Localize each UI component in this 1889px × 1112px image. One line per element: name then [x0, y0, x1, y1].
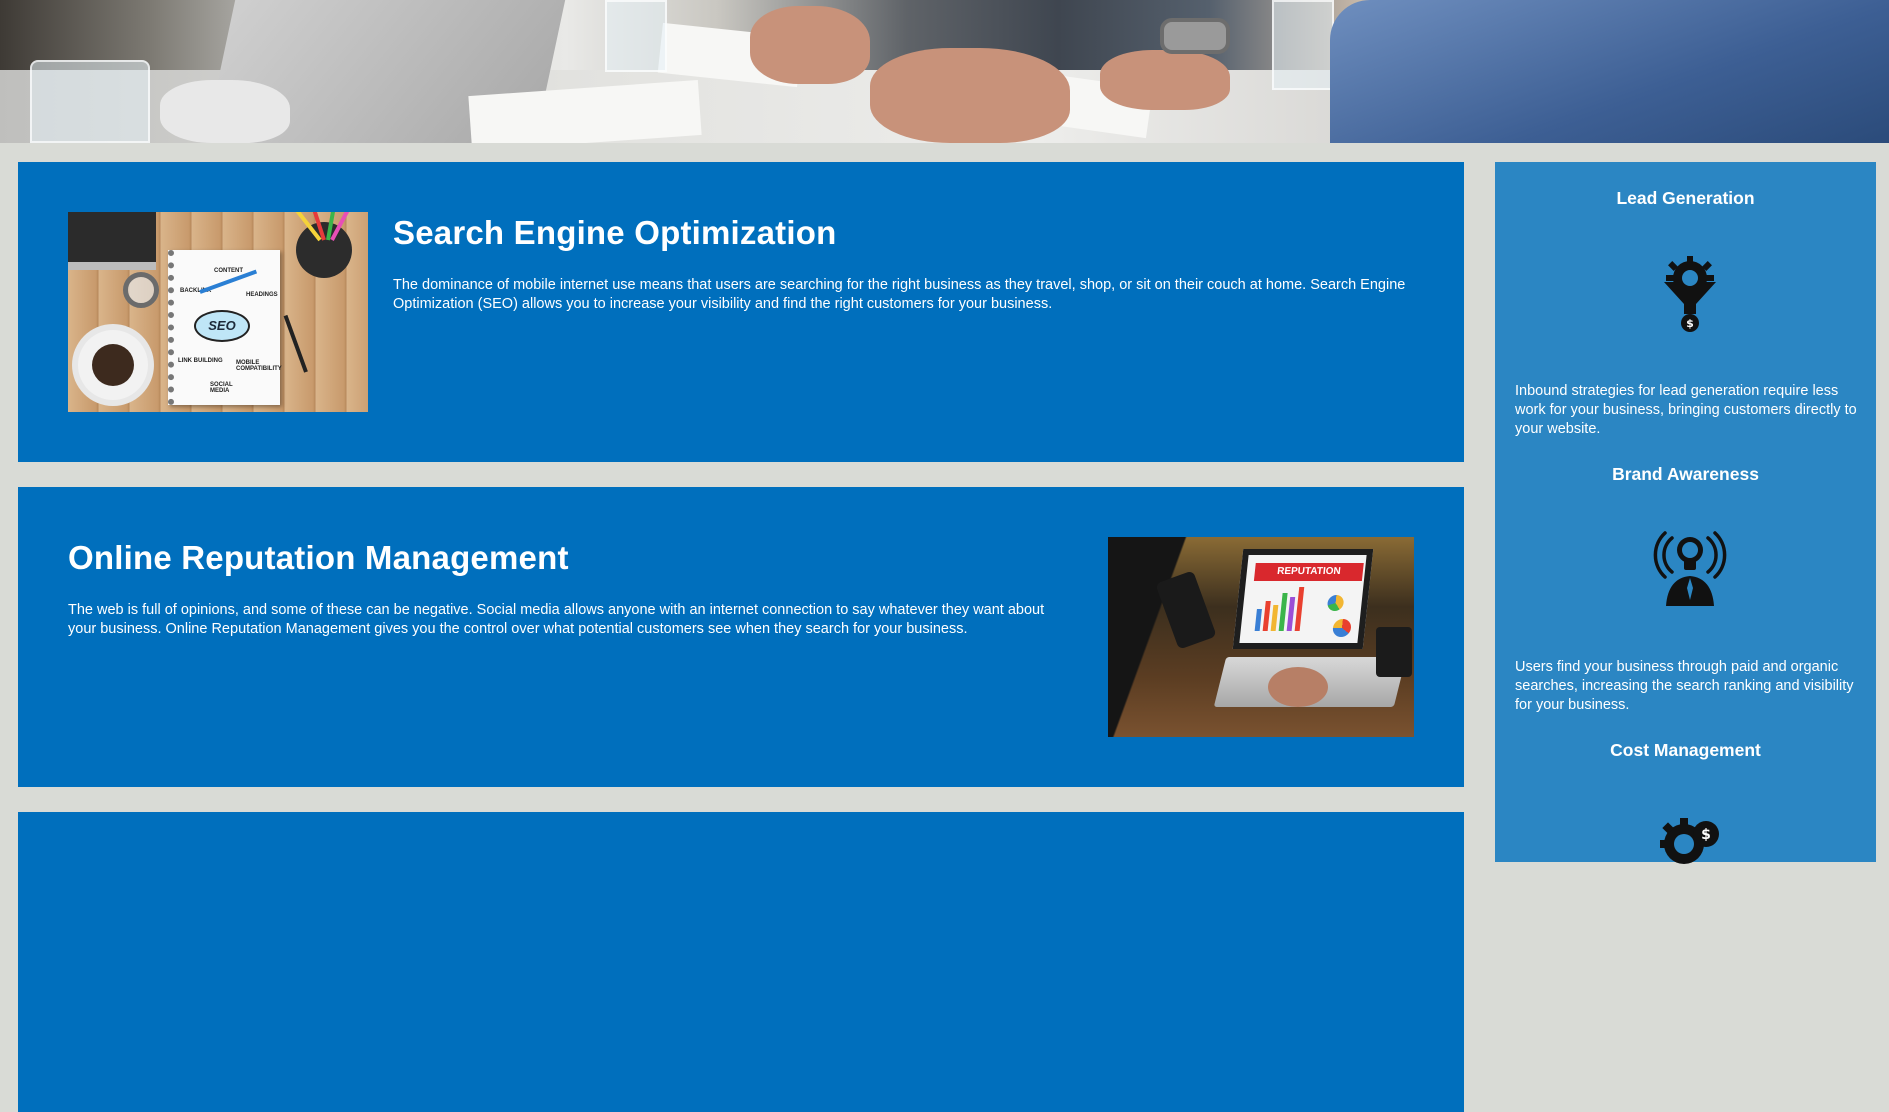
notebook-label: CONTENT — [214, 268, 243, 274]
laptop-screen: REPUTATION — [1232, 549, 1374, 649]
pie-chart — [1332, 619, 1352, 637]
benefits-sidebar: Lead Generation $ Inbound strategies for… — [1495, 162, 1876, 864]
service-card-next — [18, 812, 1464, 1112]
chart-bar — [1262, 601, 1271, 631]
chart-bar — [1254, 609, 1262, 631]
service-description: The web is full of opinions, and some of… — [68, 602, 1045, 637]
lightbulb-broadcast-person-icon — [1653, 531, 1727, 606]
service-card-reputation: Online Reputation Management The web is … — [18, 487, 1464, 787]
svg-text:$: $ — [1686, 317, 1694, 330]
hero-hand — [750, 6, 870, 84]
service-title: Search Engine Optimization — [393, 214, 837, 251]
hero-watch — [1160, 18, 1230, 54]
pen-holder — [291, 212, 355, 278]
notebook-label: SOCIAL MEDIA — [210, 382, 233, 394]
notebook-label: HEADINGS — [246, 292, 278, 298]
hero-sleeve-white — [160, 80, 290, 143]
hero-hand — [1100, 50, 1230, 110]
mug — [1376, 627, 1412, 677]
gears-dollar-icon: $ — [1660, 818, 1719, 864]
svg-text:$: $ — [1701, 827, 1711, 843]
typing-hand — [1268, 667, 1328, 707]
magnifier-icon — [123, 272, 159, 308]
hero-glass — [30, 60, 150, 143]
benefit-title: Cost Management — [1610, 740, 1761, 760]
notebook-label: MOBILE COMPATIBILITY — [236, 360, 282, 372]
reputation-banner: REPUTATION — [1253, 563, 1364, 581]
service-title: Online Reputation Management — [68, 539, 569, 576]
benefit-text: Users find your business through paid an… — [1515, 659, 1854, 713]
pie-chart — [1326, 595, 1345, 611]
funnel-gear-dollar-icon: $ — [1664, 256, 1716, 332]
benefit-text: Inbound strategies for lead generation r… — [1515, 383, 1857, 437]
benefit-title: Brand Awareness — [1612, 464, 1759, 484]
hero-banner — [0, 0, 1889, 143]
benefit-title: Lead Generation — [1616, 188, 1755, 208]
seo-notebook: SEO CONTENT BACKLINK HEADINGS LINK BUILD… — [168, 250, 282, 405]
chart-bar — [1294, 587, 1305, 631]
pen — [283, 314, 308, 373]
coffee-cup — [78, 330, 148, 400]
hero-denim-sleeve — [1330, 0, 1889, 143]
hero-hand — [870, 48, 1070, 143]
reputation-image: REPUTATION — [1108, 537, 1414, 737]
notebook-label: LINK BUILDING — [178, 358, 223, 364]
keyboard — [68, 212, 156, 270]
chart-bar — [1286, 597, 1296, 631]
seo-cloud: SEO — [194, 310, 250, 342]
chart-bar — [1270, 605, 1279, 631]
hero-glass — [1272, 0, 1334, 90]
service-card-seo: SEO CONTENT BACKLINK HEADINGS LINK BUILD… — [18, 162, 1464, 462]
service-description: The dominance of mobile internet use mea… — [393, 277, 1406, 312]
hero-glass — [605, 0, 667, 72]
seo-image: SEO CONTENT BACKLINK HEADINGS LINK BUILD… — [68, 212, 368, 412]
